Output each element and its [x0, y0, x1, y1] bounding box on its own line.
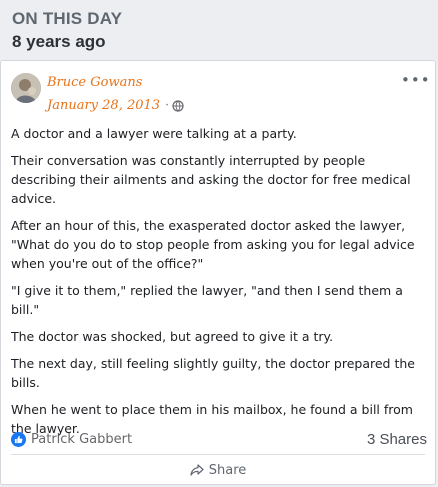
on-this-day-title: ON THIS DAY [12, 9, 123, 28]
on-this-day-header: ON THIS DAY 8 years ago [12, 8, 122, 54]
post-paragraph: "I give it to them," replied the lawyer,… [11, 283, 403, 317]
post-meta: January 28, 2013 · [47, 97, 184, 115]
reactor-name: Patrick Gabbert [31, 431, 133, 447]
post-paragraph: Their conversation was constantly interr… [11, 153, 411, 206]
years-ago-label: 8 years ago [12, 32, 106, 51]
post-date[interactable]: January 28, 2013 [47, 97, 160, 115]
author-name[interactable]: Bruce Gowans [47, 74, 142, 92]
reactions-row: Patrick Gabbert 3 Shares [11, 427, 427, 451]
post-body: A doctor and a lawyer were talking at a … [11, 124, 417, 446]
meta-separator: · [165, 98, 170, 113]
post-card: Bruce Gowans January 28, 2013 · ••• A do… [0, 60, 436, 485]
post-header: Bruce Gowans January 28, 2013 · ••• [9, 71, 430, 115]
post-paragraph: After an hour of this, the exasperated d… [11, 218, 415, 271]
divider [11, 454, 425, 455]
shares-count[interactable]: 3 Shares [367, 431, 427, 448]
share-arrow-icon [190, 464, 204, 476]
more-options-icon[interactable]: ••• [401, 73, 430, 91]
post-paragraph: The doctor was shocked, but agreed to gi… [11, 329, 334, 344]
share-button[interactable]: Share [1, 460, 435, 480]
share-label: Share [208, 462, 247, 478]
globe-icon [172, 100, 184, 112]
post-paragraph: A doctor and a lawyer were talking at a … [11, 126, 297, 141]
reactions-summary[interactable]: Patrick Gabbert [11, 431, 133, 447]
avatar[interactable] [11, 73, 41, 103]
post-paragraph: The next day, still feeling slightly gui… [11, 356, 415, 390]
like-icon [11, 431, 26, 447]
